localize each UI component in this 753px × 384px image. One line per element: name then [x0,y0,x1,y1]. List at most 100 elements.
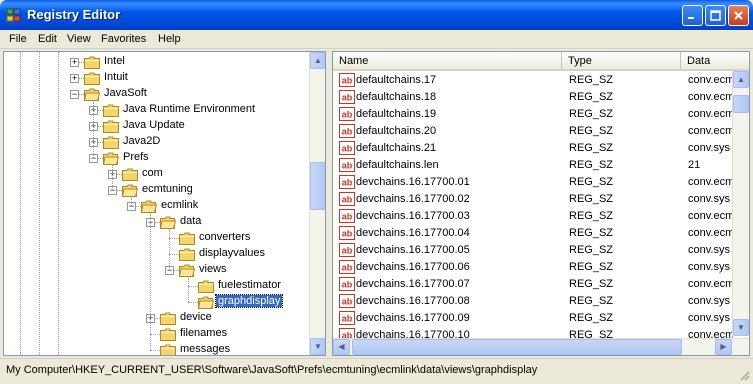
list-hscroll-thumb[interactable] [352,339,682,355]
tree-node-label: Prefs [123,151,149,163]
tree-node-data[interactable]: − data [4,214,304,230]
value-name: defaultchains.19 [356,108,437,120]
tree-node-fuelestimator[interactable]: fuelestimator [4,278,304,294]
tree-node-label: com [142,167,163,179]
svg-text:ab: ab [342,161,353,171]
expand-icon[interactable]: + [70,74,79,83]
menu-view[interactable]: View [67,33,91,45]
menu-edit[interactable]: Edit [38,33,57,45]
tree-node-device[interactable]: + device [4,310,304,326]
value-row[interactable]: ab defaultchains.20 REG_SZ conv.ecm [333,123,733,140]
list-scroll-thumb[interactable] [733,95,749,113]
string-value-icon: ab [339,192,355,206]
value-data: conv.ecm [688,108,733,120]
tree-node-messages[interactable]: messages [4,342,304,355]
tree-scroll-thumb[interactable] [310,162,325,210]
svg-text:ab: ab [342,229,353,239]
scroll-right-button[interactable]: ▶ [715,339,732,355]
value-name: devchains.16.17700.07 [356,278,470,290]
tree-node-filenames[interactable]: filenames [4,326,304,342]
list-scroll-up-button[interactable]: ▲ [733,71,749,88]
tree-node-java2d[interactable]: + Java2D [4,134,304,150]
tree-node-converters[interactable]: converters [4,230,304,246]
tree-node-label: Intel [104,55,125,67]
tree-node-graphdisplay[interactable]: graphdisplay [4,294,304,310]
collapse-icon[interactable]: − [70,90,79,99]
svg-text:ab: ab [342,297,353,307]
tree-guide-line [93,100,94,158]
svg-text:ab: ab [342,246,353,256]
close-icon [734,11,743,20]
values-list[interactable]: Name Type Data ab defaultchains.17 REG_SZ c… [332,51,750,356]
menu-favorites[interactable]: Favorites [101,33,146,45]
value-row[interactable]: ab devchains.16.17700.07 REG_SZ conv.ecm [333,276,733,293]
title-bar[interactable]: Registry Editor [0,0,753,30]
value-row[interactable]: ab defaultchains.17 REG_SZ conv.ecm [333,72,733,89]
value-row[interactable]: ab devchains.16.17700.05 REG_SZ conv.sys [333,242,733,259]
tree-node-views[interactable]: − views [4,262,304,278]
value-row[interactable]: ab devchains.16.17700.09 REG_SZ conv.sys [333,310,733,327]
list-hscrollbar[interactable]: ◀ ▶ [333,338,749,355]
tree-node-label: filenames [180,327,228,339]
value-data: conv.ecm [688,227,733,239]
list-scroll-down-button[interactable]: ▼ [733,319,749,336]
registry-tree[interactable]: + Intel + Intuit − JavaSoft + Java Runtime Envi… [3,51,326,356]
resize-grip-icon[interactable] [738,369,750,381]
menu-help[interactable]: Help [158,33,181,45]
value-row[interactable]: ab devchains.16.17700.04 REG_SZ conv.ecm [333,225,733,242]
svg-text:ab: ab [342,280,353,290]
value-row[interactable]: ab devchains.16.17700.01 REG_SZ conv.ecm [333,174,733,191]
value-name: devchains.16.17700.04 [356,227,470,239]
scroll-down-button[interactable]: ▼ [310,338,325,355]
column-name[interactable]: Name [333,52,562,69]
tree-node-label: Java2D [123,135,161,147]
tree-node-ecmlink[interactable]: − ecmlink [4,198,304,214]
tree-node-com[interactable]: + com [4,166,304,182]
column-type[interactable]: Type [562,52,681,69]
scroll-up-button[interactable]: ▲ [310,52,325,69]
tree-scrollbar[interactable]: ▲ ▼ [309,52,325,355]
folder-icon [179,248,195,261]
value-data: conv.sys [688,193,730,205]
value-data: conv.ecm [688,210,733,222]
maximize-button[interactable] [705,5,726,26]
tree-node-java-runtime-environment[interactable]: + Java Runtime Environment [4,102,304,118]
value-row[interactable]: ab defaultchains.19 REG_SZ conv.ecm [333,106,733,123]
tree-node-java-update[interactable]: + Java Update [4,118,304,134]
list-vscrollbar[interactable]: ▲ ▼ [732,71,749,336]
tree-node-intuit[interactable]: + Intuit [4,70,304,86]
menu-file[interactable]: File [9,33,27,45]
tree-node-displayvalues[interactable]: displayvalues [4,246,304,262]
column-data[interactable]: Data [681,52,749,69]
tree-branch-line [169,238,179,239]
tree-node-label: Java Update [123,119,185,131]
value-row[interactable]: ab devchains.16.17700.02 REG_SZ conv.sys [333,191,733,208]
folder-icon [122,168,138,181]
folder-icon [102,152,120,165]
minimize-button[interactable] [682,5,703,26]
tree-node-ecmtuning[interactable]: − ecmtuning [4,182,304,198]
tree-node-javasoft[interactable]: − JavaSoft [4,86,304,102]
value-name: devchains.16.17700.06 [356,261,470,273]
scroll-left-button[interactable]: ◀ [333,339,350,355]
tree-node-label: views [199,263,227,275]
folder-icon [84,72,100,85]
string-value-icon: ab [339,294,355,308]
expand-icon[interactable]: + [70,58,79,67]
tree-node-label: ecmlink [161,199,199,211]
value-row[interactable]: ab devchains.16.17700.03 REG_SZ conv.ecm [333,208,733,225]
svg-text:ab: ab [342,127,353,137]
value-data: conv.ecm [688,125,733,137]
value-row[interactable]: ab defaultchains.len REG_SZ 21 [333,157,733,174]
value-row[interactable]: ab devchains.16.17700.06 REG_SZ conv.sys [333,259,733,276]
value-row[interactable]: ab devchains.16.17700.08 REG_SZ conv.sys [333,293,733,310]
value-row[interactable]: ab defaultchains.21 REG_SZ conv.sys [333,140,733,157]
value-type: REG_SZ [569,295,614,307]
value-type: REG_SZ [569,278,614,290]
tree-node-intel[interactable]: + Intel [4,54,304,70]
svg-text:ab: ab [342,195,353,205]
close-button[interactable] [728,5,749,26]
tree-node-prefs[interactable]: − Prefs [4,150,304,166]
value-type: REG_SZ [569,91,614,103]
value-row[interactable]: ab defaultchains.18 REG_SZ conv.ecm [333,89,733,106]
